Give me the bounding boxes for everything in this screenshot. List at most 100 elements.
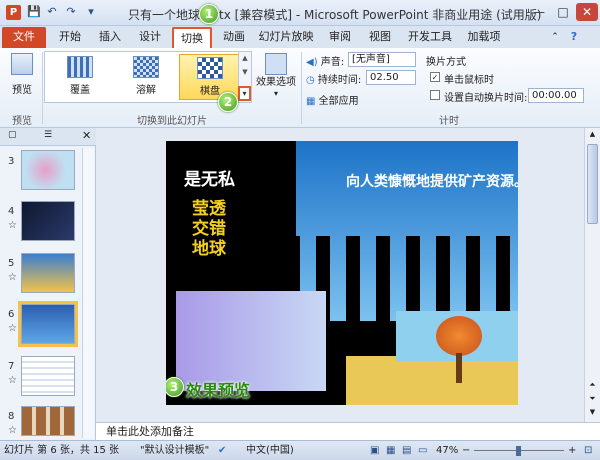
slide-text-line: 莹透 <box>192 199 226 219</box>
apply-all-button[interactable]: ▦ 全部应用 <box>306 92 359 107</box>
tab-animations[interactable]: 动画 <box>216 27 252 48</box>
group-divider <box>42 52 43 124</box>
reading-view-icon[interactable]: ▤ <box>402 441 411 460</box>
slide-number: 7 <box>8 361 15 372</box>
speaker-icon: ◀) <box>306 57 318 68</box>
tab-insert[interactable]: 插入 <box>92 27 128 48</box>
slide-number: 8 <box>8 411 15 422</box>
close-pane-icon[interactable]: ✕ <box>82 129 91 142</box>
maximize-button[interactable]: □ <box>552 3 574 21</box>
scroll-up-icon[interactable]: ▲ <box>239 54 251 62</box>
save-icon[interactable]: 💾 <box>27 5 41 19</box>
spellcheck-icon[interactable]: ✔ <box>218 441 226 460</box>
prev-slide-icon[interactable]: ⏶ <box>585 380 600 390</box>
minimize-ribbon-icon[interactable]: ⌃ <box>548 27 562 48</box>
ribbon-tabs: 文件 开始 插入 设计 切换 动画 幻灯片放映 审阅 视图 开发工具 加载项 ⌃… <box>0 26 600 48</box>
slide-thumbnail-selected[interactable] <box>18 301 78 347</box>
tab-transitions[interactable]: 切换 <box>172 27 212 48</box>
slides-tab-icon[interactable]: ▢ <box>8 130 17 140</box>
effect-options-button[interactable]: 效果选项 ▾ <box>255 51 297 107</box>
scroll-down-icon[interactable]: ▼ <box>585 408 600 416</box>
on-click-checkbox[interactable]: ✓ <box>430 72 440 82</box>
tab-home[interactable]: 开始 <box>52 27 88 48</box>
tab-design[interactable]: 设计 <box>132 27 168 48</box>
pane-tabs: ▢ ☰ ✕ <box>0 128 96 146</box>
chevron-down-icon: ▾ <box>273 89 278 98</box>
close-button[interactable]: ✕ <box>576 3 598 21</box>
ground-strip <box>346 356 518 405</box>
slide-number: 4 <box>8 206 15 217</box>
tab-file[interactable]: 文件 <box>2 27 46 48</box>
duration-label-text: 持续时间: <box>317 75 362 86</box>
slide-thumbnail[interactable] <box>21 406 75 436</box>
transition-cover[interactable]: 覆盖 <box>49 54 111 100</box>
on-click-label: 单击鼠标时 <box>444 75 494 86</box>
slide-sorter-icon[interactable]: ▦ <box>386 441 395 460</box>
star-icon: ☆ <box>8 323 17 334</box>
slide-thumbnail[interactable] <box>21 253 75 293</box>
slide-canvas: 是无私 向人类慷慨地提供矿产资源。 莹透 交错 地球 3 效果预览 <box>166 141 518 405</box>
customize-qat-icon[interactable]: ▾ <box>84 5 98 19</box>
transition-dissolve[interactable]: 溶解 <box>115 54 177 100</box>
auto-after-checkbox[interactable] <box>430 90 440 100</box>
slide-thumbnail[interactable] <box>21 356 75 396</box>
gallery-more-button[interactable]: ▾ <box>238 86 251 101</box>
slide-scrollbar[interactable]: ▲ ⏶ ⏷ ▼ <box>584 128 600 422</box>
undo-icon[interactable]: ↶ <box>45 5 59 19</box>
auto-after-input[interactable]: 00:00.00 <box>528 88 584 103</box>
duration-input[interactable]: 02.50 <box>366 70 416 85</box>
scroll-down-icon[interactable]: ▼ <box>239 68 251 76</box>
fit-window-icon[interactable]: ⊡ <box>584 441 592 460</box>
sound-select[interactable]: [无声音] <box>348 52 416 67</box>
preview-button[interactable]: 预览 <box>4 51 40 107</box>
effect-options-icon <box>265 53 287 75</box>
zoom-slider-thumb[interactable] <box>516 446 521 456</box>
group-label-preview: 预览 <box>12 116 32 127</box>
tab-view[interactable]: 视图 <box>362 27 398 48</box>
outline-tab-icon[interactable]: ☰ <box>44 130 52 140</box>
pane-scrollbar[interactable] <box>82 148 94 438</box>
slide-text-line: 地球 <box>192 239 226 259</box>
window-title: 只有一个地球.pptx [兼容模式] - Microsoft PowerPoin… <box>128 8 542 22</box>
tab-slideshow[interactable]: 幻灯片放映 <box>256 27 316 48</box>
minimize-button[interactable]: — <box>528 3 550 21</box>
star-icon: ☆ <box>8 220 17 231</box>
slides-pane: ▢ ☰ ✕ 3 4 ☆ 5 ☆ 6 ☆ 7 ☆ 8 ☆ <box>0 128 96 440</box>
group-label-timing: 计时 <box>439 116 459 127</box>
zoom-in-icon[interactable]: + <box>568 441 576 460</box>
slide-number: 5 <box>8 258 15 269</box>
ribbon-transitions: 预览 预览 覆盖 溶解 棋盘 ▲ ▼ ▾ 2 效果选项 ▾ 切换到此幻灯片 ◀)… <box>0 48 600 128</box>
slide-stage: 是无私 向人类慷慨地提供矿产资源。 莹透 交错 地球 3 效果预览 <box>96 128 584 422</box>
notes-pane[interactable]: 单击此处添加备注 <box>96 422 600 440</box>
help-icon[interactable]: ? <box>566 27 582 48</box>
slide-thumbnail[interactable] <box>21 150 75 190</box>
scroll-up-icon[interactable]: ▲ <box>585 130 600 138</box>
preview-caption: 效果预览 <box>186 381 251 400</box>
next-slide-icon[interactable]: ⏷ <box>585 394 600 404</box>
redo-icon[interactable]: ↷ <box>64 5 78 19</box>
dissolve-icon <box>133 56 159 78</box>
scrollbar-thumb[interactable] <box>587 144 598 224</box>
zoom-out-icon[interactable]: − <box>462 441 470 460</box>
duration-label: ◷ 持续时间: <box>306 71 361 86</box>
checkerboard-icon <box>197 57 223 79</box>
tab-developer[interactable]: 开发工具 <box>402 27 458 48</box>
step-badge-1: 1 <box>199 4 219 24</box>
slideshow-icon[interactable]: ▭ <box>418 441 427 460</box>
tab-review[interactable]: 审阅 <box>322 27 358 48</box>
normal-view-icon[interactable]: ▣ <box>370 441 379 460</box>
lavender-panel <box>176 291 326 391</box>
slide-text-top: 是无私 <box>184 170 235 190</box>
tree-trunk <box>456 353 462 383</box>
status-bar: 幻灯片 第 6 张，共 15 张 "默认设计模板" ✔ 中文(中国) ▣ ▦ ▤… <box>0 440 600 460</box>
effect-options-label: 效果选项 <box>256 77 296 88</box>
preview-label: 预览 <box>12 85 32 96</box>
slide-text-block: 莹透 交错 地球 <box>192 199 226 259</box>
slide-thumbnail[interactable] <box>21 201 75 241</box>
tab-addins[interactable]: 加载项 <box>462 27 506 48</box>
step-badge-2: 2 <box>218 92 238 112</box>
theme-name[interactable]: "默认设计模板" <box>140 441 209 460</box>
zoom-level[interactable]: 47% <box>436 441 458 460</box>
slide-text-line: 交错 <box>192 219 226 239</box>
language-indicator[interactable]: 中文(中国) <box>246 441 294 460</box>
